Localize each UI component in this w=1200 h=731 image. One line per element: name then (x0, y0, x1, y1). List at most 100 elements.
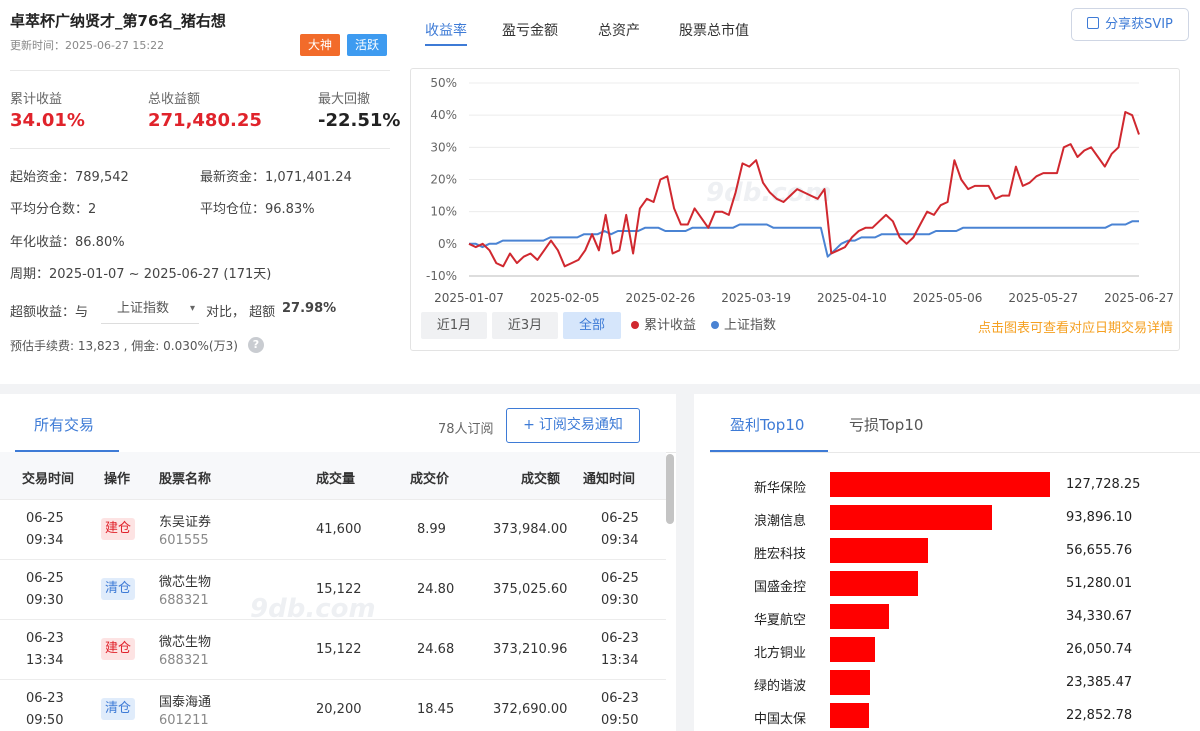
benchmark-select-value: 上证指数 (117, 301, 170, 316)
stock-name[interactable]: 微芯生物 (159, 631, 211, 650)
tab-profit-top10[interactable]: 盈利Top10 (730, 414, 804, 435)
bar-value: 34,330.67 (1066, 609, 1133, 624)
share-icon (1087, 17, 1100, 29)
notify-date: 06-25 (601, 511, 639, 526)
stock-name[interactable]: 国泰海通 (159, 691, 211, 710)
tab-stock-value[interactable]: 股票总市值 (679, 20, 749, 40)
range-1m-button[interactable]: 近1月 (421, 312, 487, 339)
trade-price: 18.45 (417, 702, 455, 717)
trade-time: 09:50 (26, 713, 64, 728)
trade-amount: 372,690.00 (493, 702, 568, 717)
operation-badge: 建仓 (101, 518, 135, 540)
profit-bar[interactable] (830, 637, 875, 662)
y-tick-label: 50% (430, 76, 457, 90)
avg-position-ratio: 平均仓位：96.83% (200, 202, 315, 217)
bar-label: 浪潮信息 (754, 514, 807, 529)
profit-bar[interactable] (830, 604, 890, 629)
legend-cum-return[interactable]: 累计收益 (631, 314, 696, 333)
excess-value: 27.98% (282, 301, 337, 316)
range-3m-button[interactable]: 近3月 (492, 312, 558, 339)
stock-code: 601211 (159, 713, 209, 728)
table-row[interactable]: 06-23 13:34 建仓 微芯生物 688321 15,122 24.68 373,210… (0, 619, 666, 679)
trade-date: 06-25 (26, 511, 64, 526)
annual-return: 年化收益：86.80% (10, 235, 125, 250)
return-chart[interactable]: 50% 40% 30% 20% 10% 0% -10% 2025-01-07 2025-02-0… (411, 69, 1181, 309)
trades-panel: 所有交易 78人订阅 + 订阅交易通知 交易时间 操作 股票名称 成交量 成交价 … (0, 394, 676, 731)
trade-volume: 41,600 (316, 522, 362, 537)
trade-amount: 375,025.60 (493, 582, 568, 597)
subscribe-button[interactable]: + 订阅交易通知 (506, 408, 640, 443)
trade-date: 06-23 (26, 691, 64, 706)
benchmark-select[interactable]: 上证指数 ▾ (101, 296, 199, 324)
table-row[interactable]: 06-25 09:34 建仓 东吴证券 601555 41,600 8.99 373,984.… (0, 499, 666, 559)
legend-cum-return-label: 累计收益 (644, 318, 697, 333)
profit-bar[interactable] (830, 505, 992, 530)
total-profit-label: 总收益额 (148, 92, 201, 107)
help-icon[interactable]: ? (248, 337, 264, 353)
col-amount: 成交额 (521, 472, 561, 487)
notify-time: 09:30 (601, 593, 639, 608)
trade-price: 24.80 (417, 582, 455, 597)
table-row[interactable]: 06-23 09:50 清仓 国泰海通 601211 20,200 18.45 372,690… (0, 679, 666, 731)
notify-time: 09:50 (601, 713, 639, 728)
total-profit-value: 271,480.25 (148, 110, 262, 131)
operation-badge: 清仓 (101, 698, 135, 720)
tab-profit-loss[interactable]: 盈亏金额 (502, 20, 558, 40)
trade-date: 06-23 (26, 631, 64, 646)
trade-volume: 20,200 (316, 702, 362, 717)
trade-amount: 373,984.00 (493, 522, 568, 537)
stock-name[interactable]: 东吴证券 (159, 511, 211, 530)
scrollbar-thumb[interactable] (666, 454, 674, 524)
profit-bar[interactable] (830, 703, 870, 728)
range-all-button[interactable]: 全部 (563, 312, 621, 339)
col-operation: 操作 (104, 472, 131, 487)
bar-label: 中国太保 (754, 712, 807, 727)
avg-positions: 平均分仓数：2 (10, 202, 97, 217)
col-volume: 成交量 (316, 472, 356, 487)
tab-total-assets[interactable]: 总资产 (598, 20, 640, 40)
bar-label: 北方铜业 (754, 646, 807, 661)
profit-bar[interactable] (830, 472, 1050, 497)
tab-loss-top10[interactable]: 亏损Top10 (849, 414, 923, 435)
operation-badge: 建仓 (101, 638, 135, 660)
bar-label: 国盛金控 (754, 580, 807, 595)
cum-return-label: 累计收益 (10, 92, 63, 107)
trade-price: 24.68 (417, 642, 455, 657)
profit-bar[interactable] (830, 538, 928, 563)
bar-value: 56,655.76 (1066, 543, 1133, 558)
tab-all-trades[interactable]: 所有交易 (34, 414, 94, 435)
latest-capital: 最新资金：1,071,401.24 (200, 170, 352, 185)
x-tick-label: 2025-02-05 (530, 291, 600, 305)
legend-sh-index[interactable]: 上证指数 (711, 314, 776, 333)
legend-sh-index-label: 上证指数 (724, 318, 777, 333)
bar-label: 华夏航空 (754, 613, 807, 628)
subscriber-count: 78人订阅 (438, 422, 494, 437)
bar-value: 26,050.74 (1066, 642, 1133, 657)
profit-bar[interactable] (830, 670, 871, 695)
return-chart-container[interactable]: 50% 40% 30% 20% 10% 0% -10% 2025-01-07 2025-02-0… (410, 68, 1180, 351)
update-time: 更新时间：2025-06-27 15:22 (10, 39, 165, 52)
fees-info: 预估手续费: 13,823 , 佣金: 0.030%(万3) (10, 339, 238, 353)
share-label: 分享获SVIP (1105, 17, 1173, 32)
bar-value: 22,852.78 (1066, 708, 1133, 723)
tab-return-rate[interactable]: 收益率 (425, 20, 467, 40)
bar-label: 绿的谐波 (754, 679, 807, 694)
x-tick-label: 2025-04-10 (817, 291, 887, 305)
bar-value: 51,280.01 (1066, 576, 1133, 591)
share-button[interactable]: 分享获SVIP (1071, 8, 1189, 41)
chart-hint: 点击图表可查看对应日期交易详情 (977, 321, 1173, 336)
notify-date: 06-23 (601, 691, 639, 706)
trade-amount: 373,210.96 (493, 642, 568, 657)
excess-mid: 对比， 超额 (206, 305, 276, 320)
summary-panel: 卓萃杯广纳贤才_第76名_猪右想 更新时间：2025-06-27 15:22 大… (0, 0, 1200, 384)
y-tick-label: 10% (430, 205, 457, 219)
bar-value: 23,385.47 (1066, 675, 1133, 690)
excess-prefix: 超额收益：与 (10, 305, 89, 320)
bar-value: 93,896.10 (1066, 510, 1133, 525)
stock-name[interactable]: 微芯生物 (159, 571, 211, 590)
x-tick-label: 2025-01-07 (434, 291, 504, 305)
col-price: 成交价 (410, 472, 450, 487)
y-tick-label: 40% (430, 108, 457, 122)
badge-active: 活跃 (347, 34, 388, 56)
profit-bar[interactable] (830, 571, 919, 596)
